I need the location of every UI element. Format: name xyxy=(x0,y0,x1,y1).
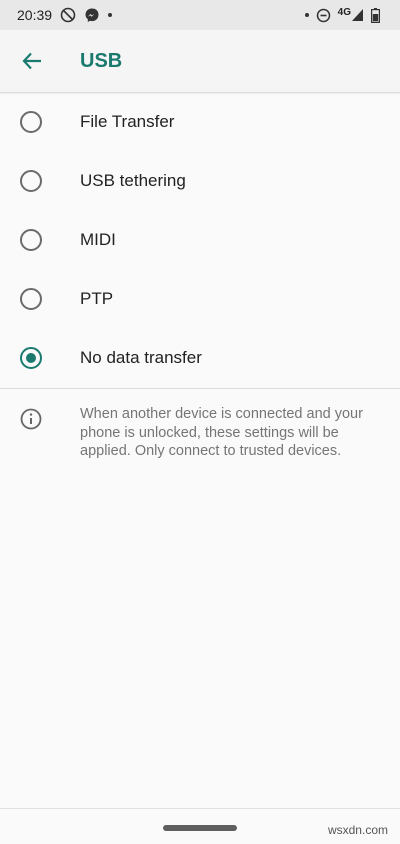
radio-button[interactable] xyxy=(20,287,42,310)
radio-button-selected[interactable] xyxy=(20,346,42,369)
option-label: No data transfer xyxy=(80,347,202,367)
radio-button[interactable] xyxy=(20,228,42,251)
back-button[interactable] xyxy=(10,39,54,83)
usb-settings-screen: 20:39 4G USB File Transfer USB tethering… xyxy=(0,0,400,844)
option-label: MIDI xyxy=(80,229,116,249)
signal-icon: 4G xyxy=(337,6,364,22)
status-right: 4G xyxy=(304,6,400,23)
notification-dot-icon xyxy=(108,13,113,17)
info-section: When another device is connected and you… xyxy=(0,405,400,461)
do-not-disturb-crossed-icon xyxy=(60,7,76,23)
notification-dot-icon xyxy=(304,13,309,17)
app-bar: USB xyxy=(0,30,400,93)
usb-options-list: File Transfer USB tethering MIDI PTP No … xyxy=(0,92,400,387)
info-icon xyxy=(20,408,42,430)
option-label: USB tethering xyxy=(80,170,186,190)
option-usb-tethering[interactable]: USB tethering xyxy=(0,151,400,210)
messenger-icon xyxy=(84,7,100,23)
dnd-minus-icon xyxy=(316,8,331,23)
radio-button[interactable] xyxy=(20,169,42,192)
radio-button[interactable] xyxy=(20,110,42,133)
section-divider xyxy=(0,388,400,389)
arrow-left-icon xyxy=(22,52,41,70)
option-label: File Transfer xyxy=(80,111,175,131)
option-label: PTP xyxy=(80,288,114,308)
status-left: 20:39 xyxy=(0,7,113,23)
option-ptp[interactable]: PTP xyxy=(0,269,400,328)
info-text: When another device is connected and you… xyxy=(80,406,363,459)
navigation-bar: wsxdn.com xyxy=(0,808,400,844)
watermark: wsxdn.com xyxy=(327,823,388,837)
option-file-transfer[interactable]: File Transfer xyxy=(0,92,400,151)
network-type-label: 4G xyxy=(337,6,351,18)
battery-icon xyxy=(371,7,380,23)
radio-selected-dot xyxy=(26,352,36,363)
status-time: 20:39 xyxy=(17,7,53,23)
option-midi[interactable]: MIDI xyxy=(0,210,400,269)
page-title: USB xyxy=(80,49,123,72)
status-bar: 20:39 4G xyxy=(0,0,400,30)
option-no-data-transfer[interactable]: No data transfer xyxy=(0,328,400,387)
home-gesture-handle[interactable] xyxy=(163,825,237,831)
